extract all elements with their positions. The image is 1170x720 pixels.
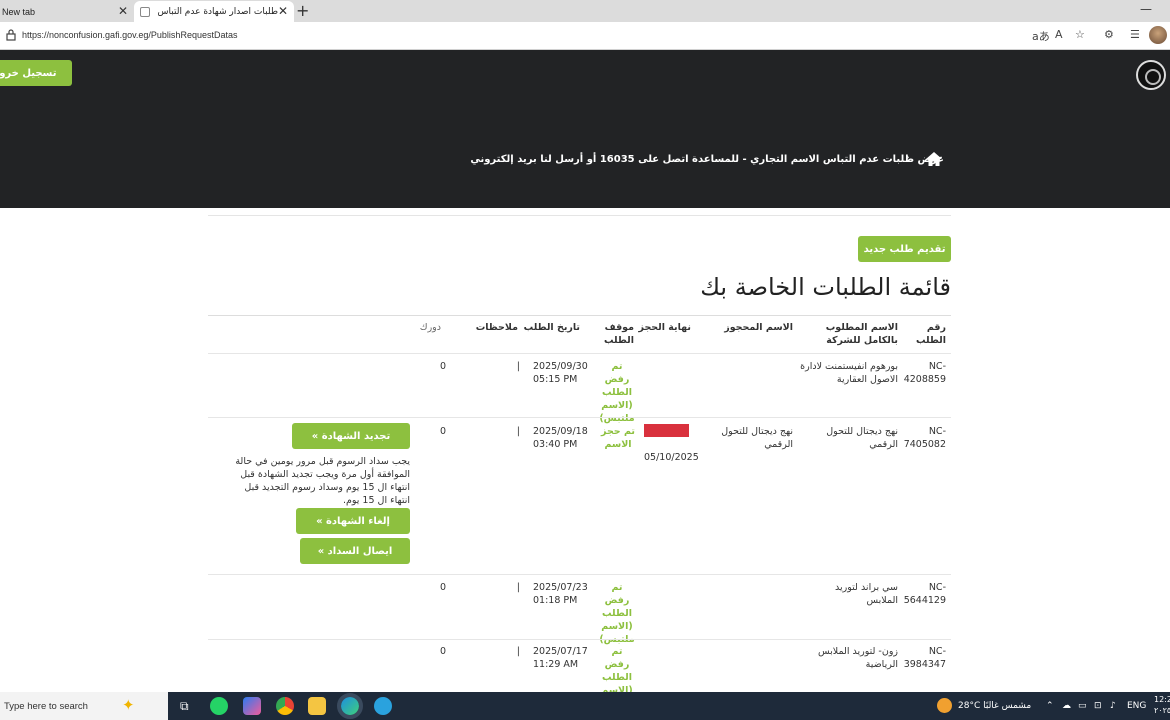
reservation-end-date: 05/10/2025 — [644, 452, 699, 463]
volume-icon[interactable]: ♪ — [1110, 701, 1116, 711]
minimize-icon[interactable]: — — [1140, 2, 1152, 16]
favorites-list-icon[interactable]: ☰ — [1130, 28, 1140, 41]
column-header-reservation-end: نهاية الحجز — [638, 322, 691, 333]
status-badge: تم رفض الطلب (الاسم ملتبس) — [599, 361, 635, 424]
gafi-logo[interactable] — [1136, 60, 1166, 90]
column-header-reserved-name: الاسم المحجوز — [724, 322, 793, 333]
new-request-button[interactable]: تقديم طلب جديد — [858, 236, 951, 262]
page-title: قائمة الطلبات الخاصة بك — [700, 273, 951, 301]
copilot-icon[interactable] — [243, 697, 261, 715]
breadcrumb: عرض طلبات عدم التباس الاسم التجاري - للم… — [470, 154, 944, 165]
clock-time[interactable]: 12:2 — [1154, 695, 1170, 704]
logout-button[interactable]: تسجيل خروج — [0, 60, 72, 86]
close-icon[interactable]: ✕ — [118, 4, 128, 18]
battery-icon[interactable]: ▭ — [1078, 701, 1087, 711]
page-favicon-icon — [140, 6, 150, 17]
column-header-cycle: دورك — [419, 322, 441, 333]
table-top-border — [208, 315, 951, 316]
request-no: NC-3984347 — [903, 646, 946, 670]
file-explorer-icon[interactable] — [308, 697, 326, 715]
notes-value: | — [516, 582, 520, 593]
status-badge: تم رفض الطلب (الاسم ملتبس) — [599, 582, 634, 645]
request-date: 2025/09/30 05:15 PM — [533, 361, 588, 385]
task-view-icon[interactable]: ⧉ — [180, 699, 189, 714]
clock-date[interactable]: ٢٠٢٥ — [1154, 706, 1170, 715]
column-header-request-no: رقم الطلب — [915, 322, 946, 346]
text-size-icon[interactable]: A — [1055, 28, 1063, 41]
tab-label: New tab — [2, 6, 36, 17]
extensions-icon[interactable]: ⚙ — [1104, 28, 1114, 41]
tab-label: طلبات اصدار شهادة عدم التباس الا — [156, 6, 278, 17]
notes-value: | — [516, 361, 520, 372]
taskbar: Type here to search ✦ ⧉ 28°C مشمس غالبًا… — [0, 692, 1170, 720]
favorite-star-icon[interactable]: ☆ — [1075, 28, 1085, 41]
tab-new-tab[interactable]: New tab ✕ — [0, 1, 134, 22]
cloud-icon[interactable]: ☁ — [1062, 701, 1071, 711]
cycle-value: 0 — [439, 426, 446, 437]
notes-value: | — [516, 426, 520, 437]
cycle-value: 0 — [439, 646, 446, 657]
edge-icon[interactable] — [337, 693, 363, 719]
new-tab-plus-icon[interactable]: + — [296, 1, 309, 20]
browser-tab-bar: New tab ✕ طلبات اصدار شهادة عدم التباس ا… — [0, 0, 1170, 22]
profile-avatar[interactable] — [1149, 26, 1167, 44]
search-highlight-icon: ✦ — [122, 696, 135, 714]
tab-active[interactable]: طلبات اصدار شهادة عدم التباس الا ✕ — [134, 1, 294, 22]
status-badge: تم رفض الطلب (الاسم ملتبس) — [601, 646, 633, 692]
site-header: تسجيل خروج › عرض طلبات عدم التباس الاسم … — [0, 50, 1170, 208]
full-name: نهج ديجتال للتحول الرقمي — [826, 426, 898, 450]
search-placeholder: Type here to search — [4, 701, 88, 712]
column-header-notes: ملاحظات — [475, 322, 518, 333]
close-icon[interactable]: ✕ — [278, 4, 288, 18]
row-divider — [208, 417, 951, 418]
cycle-value: 0 — [439, 582, 446, 593]
whatsapp-icon[interactable] — [210, 697, 228, 715]
full-name: سي براند لتوريد الملابس — [835, 582, 898, 606]
chrome-icon[interactable] — [276, 697, 294, 715]
lock-icon — [6, 29, 16, 41]
row-divider — [208, 574, 951, 575]
status-badge: تم حجز الاسم — [601, 426, 635, 450]
reserved-name: نهج ديجتال للتحول الرقمي — [721, 426, 793, 450]
reservation-status-bar — [644, 424, 689, 437]
table-row: NC-3984347 زون- لتوريد الملابس الرياضية … — [0, 640, 1170, 692]
full-name: بورهوم انفيستمنت لادارة الاصول العقارية — [800, 361, 898, 385]
full-name: زون- لتوريد الملابس الرياضية — [818, 646, 898, 670]
url-input[interactable]: https://nonconfusion.gafi.gov.eg/Publish… — [22, 30, 237, 40]
renew-certificate-button[interactable]: تجديد الشهادة » — [292, 423, 410, 449]
request-no: NC-4208859 — [903, 361, 946, 385]
request-date: 2025/09/18 03:40 PM — [533, 426, 588, 450]
network-icon[interactable]: ⊡ — [1094, 701, 1102, 711]
weather-text[interactable]: 28°C مشمس غالبًا — [958, 701, 1031, 711]
column-header-status: موقف الطلب — [603, 322, 634, 346]
cancel-certificate-button[interactable]: إلغاء الشهادة » — [296, 508, 410, 534]
renewal-note: يجب سداد الرسوم قبل مرور يومين في حالة ا… — [235, 456, 410, 506]
cycle-value: 0 — [439, 361, 446, 372]
request-no: NC-7405082 — [903, 426, 946, 450]
request-date: 2025/07/17 11:29 AM — [533, 646, 588, 670]
read-aloud-icon[interactable]: aあ — [1032, 28, 1050, 44]
request-date: 2025/07/23 01:18 PM — [533, 582, 588, 606]
telegram-icon[interactable] — [374, 697, 392, 715]
chevron-up-icon[interactable]: ⌃ — [1046, 701, 1054, 711]
column-header-full-name: الاسم المطلوب بالكامل للشركة — [825, 322, 898, 346]
taskbar-search-input[interactable]: Type here to search ✦ — [0, 692, 168, 720]
request-no: NC-5644129 — [903, 582, 946, 606]
address-bar: https://nonconfusion.gafi.gov.eg/Publish… — [0, 22, 1170, 50]
divider — [208, 215, 951, 216]
row-divider — [208, 353, 951, 354]
column-header-date: تاريخ الطلب — [523, 322, 580, 333]
payment-receipt-button[interactable]: ايصال السداد » — [300, 538, 410, 564]
notes-value: | — [516, 646, 520, 657]
weather-icon[interactable] — [937, 698, 952, 713]
language-indicator[interactable]: ENG — [1127, 701, 1146, 711]
